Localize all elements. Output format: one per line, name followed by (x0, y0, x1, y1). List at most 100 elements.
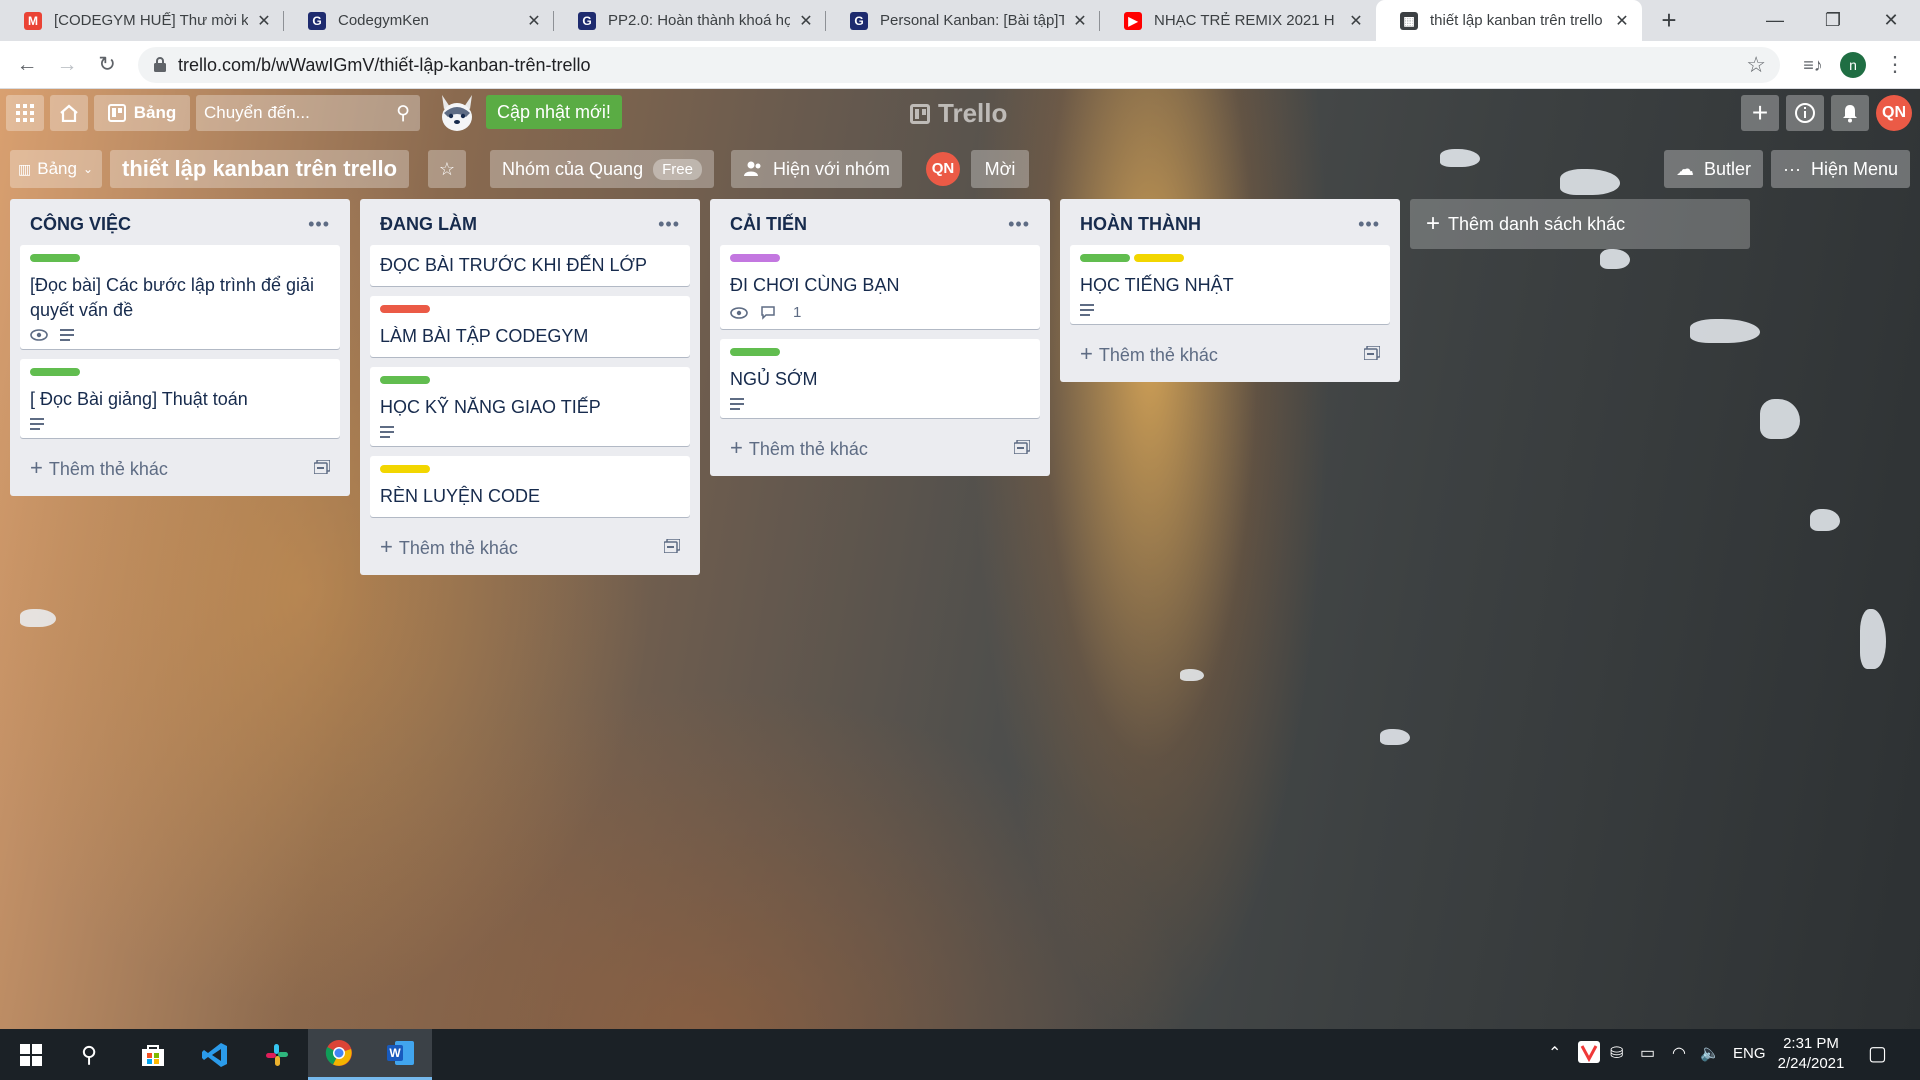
browser-tab[interactable]: M [CODEGYM HUẾ] Thư mời kh ✕ (0, 0, 284, 41)
card-label[interactable] (730, 254, 780, 262)
search-input[interactable] (196, 95, 420, 131)
card-label[interactable] (380, 305, 430, 313)
list-title[interactable]: CẢI TIẾN (730, 214, 807, 235)
windows-start-icon[interactable] (0, 1029, 62, 1080)
list-title[interactable]: ĐANG LÀM (380, 214, 477, 235)
vscode-icon[interactable] (184, 1029, 246, 1080)
show-menu-button[interactable]: ··· Hiện Menu (1771, 150, 1911, 188)
board-member-avatar[interactable]: QN (926, 152, 960, 186)
volume-icon[interactable]: 🔈 (1700, 1043, 1720, 1063)
card-title: RÈN LUYỆN CODE (380, 486, 541, 506)
list-more-icon[interactable]: ••• (1358, 214, 1380, 235)
forward-icon[interactable]: → (50, 48, 84, 82)
close-tab-icon[interactable]: ✕ (1072, 11, 1088, 31)
member-avatar[interactable]: QN (1876, 95, 1912, 131)
close-tab-icon[interactable]: ✕ (1348, 11, 1364, 31)
bookmark-star-icon[interactable]: ☆ (1746, 52, 1766, 78)
card-label[interactable] (30, 254, 80, 262)
back-icon[interactable]: ← (10, 48, 44, 82)
list-more-icon[interactable]: ••• (658, 214, 680, 235)
reload-icon[interactable]: ↻ (90, 48, 124, 82)
butler-button[interactable]: ☁ Butler (1664, 150, 1764, 188)
list-more-icon[interactable]: ••• (308, 214, 330, 235)
team-button[interactable]: Nhóm của Quang Free (490, 150, 714, 188)
card[interactable]: ĐI CHƠI CÙNG BẠN 1 (720, 245, 1040, 329)
card[interactable]: [Đọc bài] Các bước lập trình để giải quy… (20, 245, 340, 349)
card-template-icon[interactable] (1363, 344, 1381, 365)
new-tab-button[interactable]: + (1654, 4, 1684, 36)
card-labels (380, 375, 680, 395)
kanban-list: CÔNG VIỆC ••• [Đọc bài] Các bước lập trình… (10, 199, 350, 496)
browser-menu-icon[interactable]: ⋮ (1878, 48, 1912, 82)
card[interactable]: HỌC TIẾNG NHẬT (1070, 245, 1390, 324)
list-more-icon[interactable]: ••• (1008, 214, 1030, 235)
vivaldi-tray-icon[interactable] (1578, 1041, 1600, 1068)
list-title[interactable]: CÔNG VIỆC (30, 214, 131, 235)
store-icon[interactable] (122, 1029, 184, 1080)
close-tab-icon[interactable]: ✕ (798, 11, 814, 31)
close-window-button[interactable]: ✕ (1862, 0, 1920, 41)
browser-tab[interactable]: G PP2.0: Hoàn thành khoá học ✕ (554, 0, 826, 41)
close-tab-icon[interactable]: ✕ (526, 11, 542, 31)
card-label[interactable] (1080, 254, 1130, 262)
search-icon[interactable]: ⚲ (58, 1029, 120, 1080)
browser-tab[interactable]: G CodegymKen ✕ (284, 0, 554, 41)
board-switcher-button[interactable]: ▥ Bảng ⌄ (10, 150, 102, 188)
notification-bell-icon[interactable] (1831, 95, 1869, 131)
add-card-button[interactable]: + Thêm thẻ khác (1070, 334, 1390, 374)
add-card-button[interactable]: + Thêm thẻ khác (370, 527, 690, 567)
star-board-icon[interactable]: ☆ (428, 150, 466, 188)
wifi-icon[interactable]: ◠ (1672, 1043, 1686, 1063)
card-label[interactable] (30, 368, 80, 376)
trello-logo[interactable]: Trello (910, 98, 1007, 129)
browser-tab[interactable]: G Personal Kanban: [Bài tập]Th ✕ (826, 0, 1100, 41)
board-title[interactable]: thiết lập kanban trên trello (110, 150, 410, 188)
info-icon[interactable] (1786, 95, 1824, 131)
create-plus-icon[interactable]: + (1741, 95, 1779, 131)
language-indicator[interactable]: ENG (1733, 1045, 1766, 1062)
action-center-icon[interactable]: ▢ (1868, 1041, 1887, 1066)
tray-expand-icon[interactable]: ⌃ (1548, 1043, 1561, 1063)
invite-button[interactable]: Mời (971, 150, 1029, 188)
card[interactable]: LÀM BÀI TẬP CODEGYM (370, 296, 690, 357)
card[interactable]: [ Đọc Bài giảng] Thuật toán (20, 359, 340, 438)
visibility-button[interactable]: Hiện với nhóm (731, 150, 902, 188)
card-template-icon[interactable] (663, 537, 681, 558)
add-card-button[interactable]: + Thêm thẻ khác (20, 448, 340, 488)
add-card-button[interactable]: + Thêm thẻ khác (720, 428, 1040, 468)
url-text[interactable]: trello.com/b/wWawIGmV/thiết-lập-kanban-t… (178, 55, 590, 76)
browser-tab[interactable]: ▦ thiết lập kanban trên trello | ✕ (1376, 0, 1642, 41)
word-icon[interactable]: W (370, 1029, 432, 1080)
search-icon[interactable]: ⚲ (396, 102, 410, 125)
apps-grid-icon[interactable] (6, 95, 44, 131)
address-bar[interactable]: trello.com/b/wWawIGmV/thiết-lập-kanban-t… (138, 47, 1780, 83)
card-template-icon[interactable] (1013, 438, 1031, 459)
close-tab-icon[interactable]: ✕ (1614, 11, 1630, 31)
whats-new-button[interactable]: Cập nhật mới! (486, 95, 622, 129)
browser-tab[interactable]: ▶ NHẠC TRẺ REMIX 2021 H ✕ (1100, 0, 1376, 41)
card[interactable]: NGỦ SỚM (720, 339, 1040, 418)
card-label[interactable] (380, 376, 430, 384)
card-label[interactable] (1134, 254, 1184, 262)
network-app-tray-icon[interactable]: ⛁ (1610, 1043, 1623, 1063)
chrome-icon[interactable] (308, 1029, 370, 1080)
media-control-icon[interactable]: ≡♪ (1796, 48, 1830, 82)
card[interactable]: ĐỌC BÀI TRƯỚC KHI ĐẾN LỚP (370, 245, 690, 286)
close-tab-icon[interactable]: ✕ (256, 11, 272, 31)
card[interactable]: HỌC KỸ NĂNG GIAO TIẾP (370, 367, 690, 446)
add-list-button[interactable]: + Thêm danh sách khác (1410, 199, 1750, 249)
card-label[interactable] (730, 348, 780, 356)
card-template-icon[interactable] (313, 458, 331, 479)
search-box[interactable]: ⚲ (196, 95, 420, 131)
restore-button[interactable]: ❐ (1804, 0, 1862, 41)
boards-button[interactable]: Bảng (94, 95, 190, 131)
home-icon[interactable] (50, 95, 88, 131)
card-label[interactable] (380, 465, 430, 473)
battery-icon[interactable]: ▭ (1640, 1043, 1655, 1063)
system-clock[interactable]: 2:31 PM 2/24/2021 (1768, 1034, 1854, 1074)
list-title[interactable]: HOÀN THÀNH (1080, 214, 1201, 235)
slack-icon[interactable] (246, 1029, 308, 1080)
profile-avatar[interactable]: n (1840, 52, 1866, 78)
card[interactable]: RÈN LUYỆN CODE (370, 456, 690, 517)
minimize-button[interactable]: — (1746, 0, 1804, 41)
